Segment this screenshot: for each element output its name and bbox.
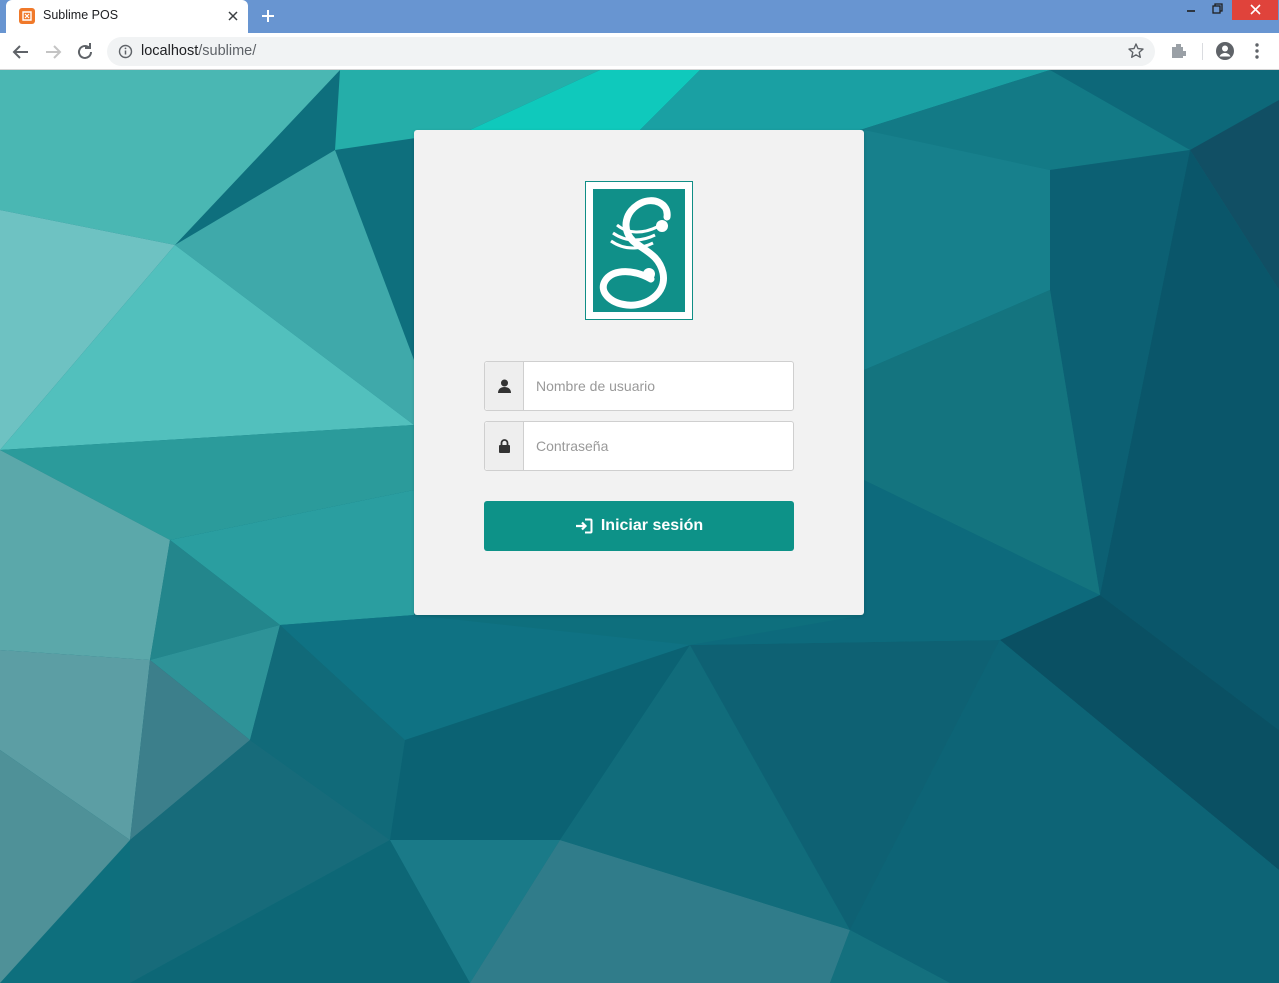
forward-icon[interactable]	[41, 40, 65, 64]
login-button[interactable]: Iniciar sesión	[484, 501, 794, 551]
page-content: Iniciar sesión	[0, 70, 1279, 983]
password-field	[484, 421, 794, 471]
username-addon	[485, 362, 524, 410]
browser-titlebar: Sublime POS	[0, 0, 1279, 33]
password-input[interactable]	[525, 422, 793, 470]
profile-icon[interactable]	[1215, 41, 1235, 61]
username-input[interactable]	[525, 362, 793, 410]
new-tab-icon[interactable]	[258, 6, 278, 26]
login-panel: Iniciar sesión	[414, 130, 864, 615]
reload-icon[interactable]	[73, 40, 97, 64]
tab-title: Sublime POS	[43, 8, 119, 22]
sublime-logo	[585, 181, 693, 320]
back-icon[interactable]	[9, 40, 33, 64]
browser-toolbar: localhost/sublime/	[0, 33, 1279, 70]
logo-s-mark	[599, 197, 671, 309]
toolbar-divider	[1202, 43, 1203, 60]
user-icon	[498, 379, 511, 393]
bookmark-star-icon[interactable]	[1127, 42, 1145, 60]
password-addon	[485, 422, 524, 470]
url-host: localhost	[141, 43, 199, 59]
tab-close-icon[interactable]	[224, 7, 242, 25]
login-button-label: Iniciar sesión	[600, 517, 704, 534]
window-close-icon[interactable]	[1232, 0, 1278, 20]
info-icon[interactable]	[118, 44, 133, 59]
extension-icon[interactable]	[1169, 41, 1189, 61]
address-bar[interactable]: localhost/sublime/	[107, 37, 1155, 66]
username-field	[484, 361, 794, 411]
browser-tab[interactable]: Sublime POS	[6, 0, 248, 33]
sign-in-icon	[575, 518, 593, 534]
restore-icon[interactable]	[1206, 0, 1228, 20]
lock-icon	[499, 439, 510, 453]
favicon-icon	[19, 8, 35, 24]
minimize-icon[interactable]	[1180, 0, 1202, 20]
url-text[interactable]: localhost/sublime/	[141, 43, 256, 59]
url-path: /sublime/	[198, 43, 257, 59]
menu-icon[interactable]	[1249, 41, 1265, 61]
